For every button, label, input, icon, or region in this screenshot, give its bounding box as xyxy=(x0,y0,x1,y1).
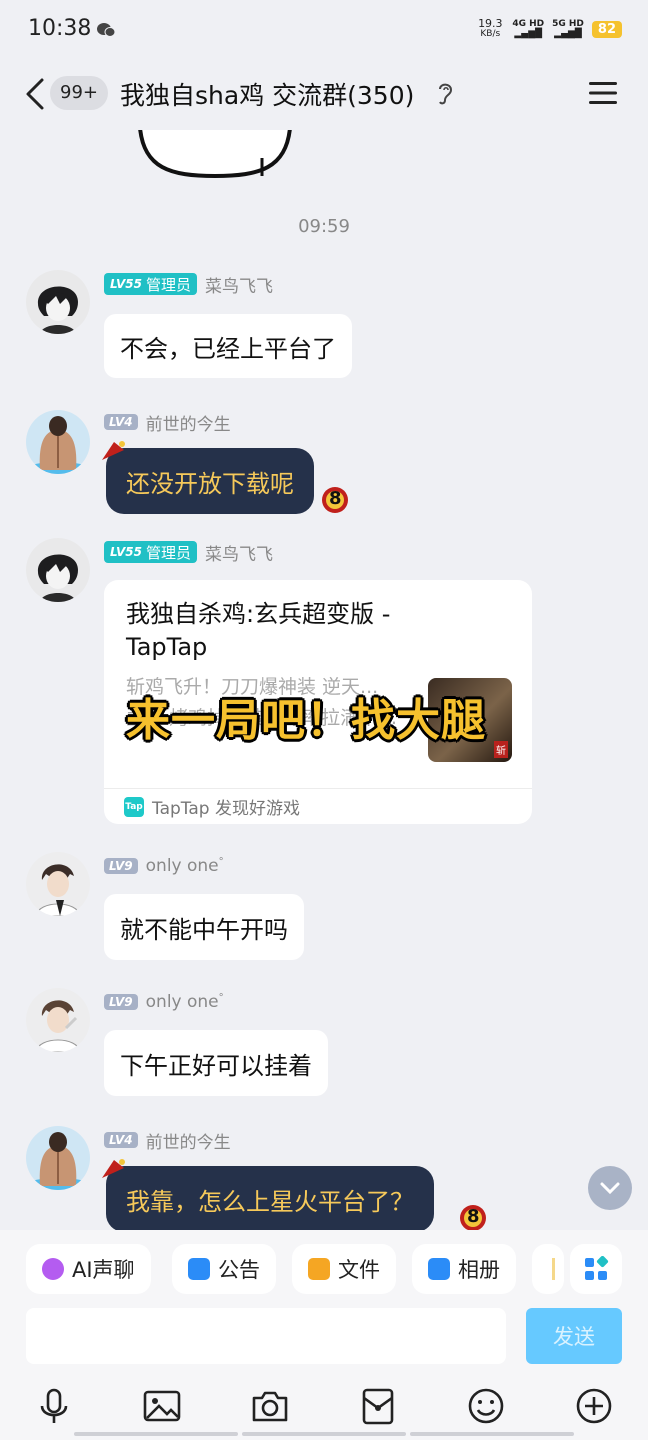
apps-button[interactable] xyxy=(570,1244,622,1294)
time-separator: 09:59 xyxy=(298,216,350,237)
message-meta: LV4 前世的今生 xyxy=(104,410,231,435)
files-button[interactable]: 文件 xyxy=(292,1244,396,1294)
back-button[interactable] xyxy=(22,74,48,114)
avatar[interactable] xyxy=(26,270,90,334)
net-speed: 19.3 KB/s xyxy=(478,17,503,39)
input-row: 发送 xyxy=(0,1300,648,1378)
message-bubble-vip[interactable]: 我靠，怎么上星火平台了？ xyxy=(106,1166,434,1230)
ear-icon[interactable] xyxy=(436,80,454,106)
signal-4g: 4G HD ▂▄▆█ xyxy=(512,19,545,39)
level-badge: LV9 xyxy=(104,994,138,1010)
announcement-button[interactable]: 公告 xyxy=(172,1244,276,1294)
message-meta: LV55 管理员 菜鸟飞飞 xyxy=(104,540,273,565)
bubble-badge-8: 8 xyxy=(456,1200,490,1230)
level-badge: LV4 xyxy=(104,414,138,430)
sender-name[interactable]: 前世的今生 xyxy=(146,1128,231,1153)
bottom-toolbar xyxy=(0,1372,648,1440)
quick-action-bar: AI声聊 公告 文件 相册 xyxy=(0,1230,648,1310)
announcement-icon xyxy=(188,1258,210,1280)
avatar[interactable] xyxy=(26,1126,90,1190)
message-meta: LV55 管理员 菜鸟飞飞 xyxy=(104,272,273,297)
folder-icon xyxy=(308,1258,330,1280)
red-packet-icon[interactable] xyxy=(358,1386,398,1426)
signal-5g: 5G HD ▂▄▆█ xyxy=(552,19,584,39)
more-chip-partial[interactable] xyxy=(532,1244,564,1294)
microphone-icon[interactable] xyxy=(34,1386,74,1426)
bubble-decoration-icon xyxy=(102,441,125,460)
avatar[interactable] xyxy=(26,538,90,602)
sender-name[interactable]: 前世的今生 xyxy=(146,410,231,435)
message-bubble[interactable]: 就不能中午开吗 xyxy=(104,894,304,960)
chat-area[interactable]: 09:59 LV55 管理员 菜鸟飞飞 不会，已经上平台了 LV4 前世的今生 还… xyxy=(0,130,648,1230)
chat-header: 99+ 我独自sha鸡 交流群(350) xyxy=(0,60,648,130)
overlay-caption: 来一局吧！找大腿 xyxy=(126,695,486,746)
unread-count-badge[interactable]: 99+ xyxy=(50,76,108,110)
admin-level-badge: LV55 管理员 xyxy=(104,273,197,295)
chevron-down-icon xyxy=(600,1182,620,1195)
bubble-decoration-icon xyxy=(102,1159,125,1178)
home-indicator xyxy=(72,1432,576,1436)
sender-name[interactable]: 菜鸟飞飞 xyxy=(205,272,273,297)
group-title[interactable]: 我独自sha鸡 交流群(350) xyxy=(120,76,414,112)
album-button[interactable]: 相册 xyxy=(412,1244,516,1294)
card-title: 我独自杀鸡:玄兵超变版 - TapTap xyxy=(126,600,391,661)
menu-icon[interactable] xyxy=(588,80,618,106)
status-time: 10:38 xyxy=(28,16,92,41)
admin-level-badge: LV55 管理员 xyxy=(104,541,197,563)
bubble-badge-8: 8 xyxy=(318,482,352,516)
message-bubble[interactable]: 下午正好可以挂着 xyxy=(104,1030,328,1096)
level-badge: LV9 xyxy=(104,858,138,874)
emoji-icon[interactable] xyxy=(466,1386,506,1426)
sender-name[interactable]: only one° xyxy=(146,992,224,1012)
avatar[interactable] xyxy=(26,852,90,916)
level-badge: LV4 xyxy=(104,1132,138,1148)
card-footer: Tap TapTap 发现好游戏 xyxy=(104,788,532,824)
wechat-icon xyxy=(97,23,116,37)
scroll-to-bottom-button[interactable] xyxy=(588,1166,632,1210)
ai-voice-icon xyxy=(42,1258,64,1280)
plus-icon[interactable] xyxy=(574,1386,614,1426)
message-meta: LV9 only one° xyxy=(104,990,224,1014)
battery-indicator: 82 xyxy=(591,20,622,38)
ai-voice-chat-button[interactable]: AI声聊 xyxy=(26,1244,151,1294)
sender-name[interactable]: only one° xyxy=(146,856,224,876)
taptap-icon: Tap xyxy=(124,796,144,817)
message-meta: LV9 only one° xyxy=(104,854,224,878)
avatar[interactable] xyxy=(26,988,90,1052)
status-bar: 10:38 19.3 KB/s 4G HD ▂▄▆█ 5G HD ▂▄▆█ 82 xyxy=(0,0,648,60)
send-button[interactable]: 发送 xyxy=(526,1308,622,1364)
camera-icon[interactable] xyxy=(250,1386,290,1426)
message-meta: LV4 前世的今生 xyxy=(104,1128,231,1153)
sticker-partial xyxy=(138,130,292,179)
avatar[interactable] xyxy=(26,410,90,474)
sender-name[interactable]: 菜鸟飞飞 xyxy=(205,540,273,565)
album-icon xyxy=(428,1258,450,1280)
message-bubble-vip[interactable]: 还没开放下载呢 xyxy=(106,448,314,514)
message-input[interactable] xyxy=(26,1308,506,1364)
card-source: TapTap 发现好游戏 xyxy=(152,799,300,819)
image-icon[interactable] xyxy=(142,1386,182,1426)
message-bubble[interactable]: 不会，已经上平台了 xyxy=(104,314,352,378)
apps-grid-icon xyxy=(585,1256,609,1280)
